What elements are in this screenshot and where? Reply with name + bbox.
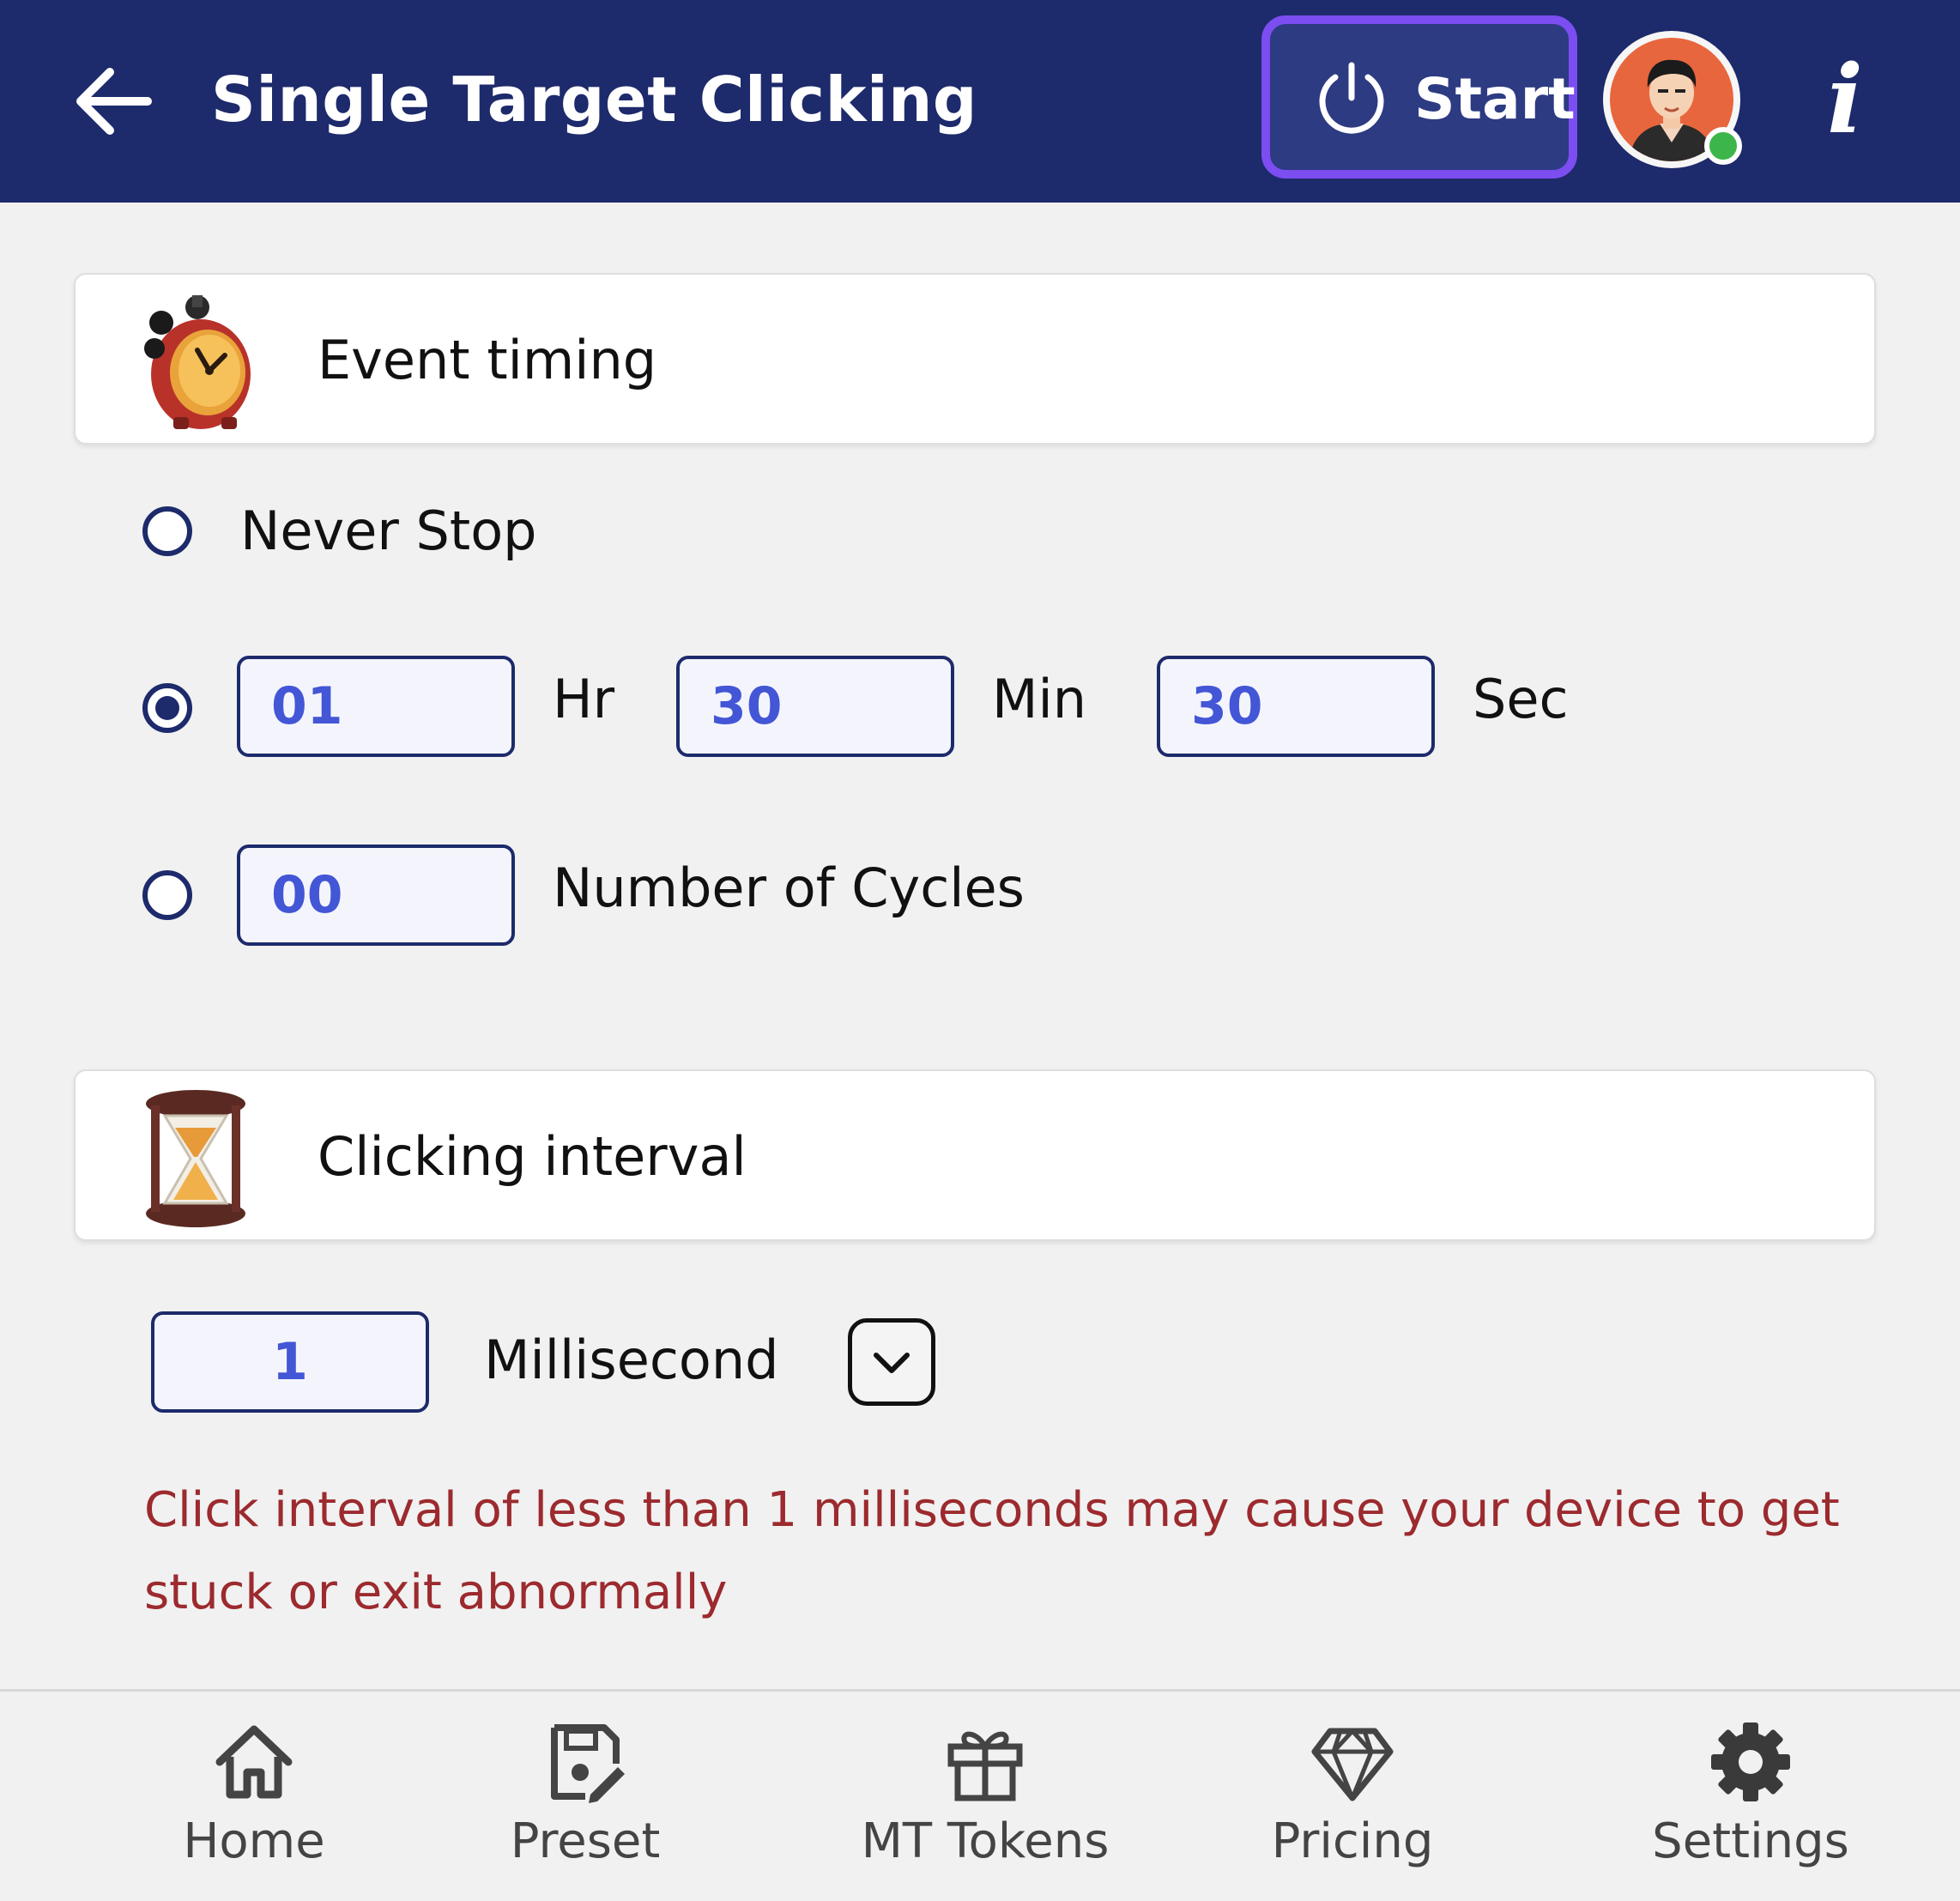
- hours-unit-label: Hr: [553, 668, 615, 730]
- seconds-input[interactable]: [1157, 656, 1435, 757]
- nav-label-preset: Preset: [510, 1813, 661, 1869]
- minutes-unit-label: Min: [992, 668, 1087, 730]
- nav-label-pricing: Pricing: [1271, 1813, 1434, 1869]
- interval-input[interactable]: [151, 1311, 429, 1413]
- start-button[interactable]: Start: [1261, 15, 1577, 179]
- back-arrow-icon: [76, 68, 152, 135]
- minutes-input[interactable]: [676, 656, 954, 757]
- nav-item-preset[interactable]: Preset: [499, 1692, 671, 1901]
- interval-warning: Click interval of less than 1 millisecon…: [144, 1482, 1840, 1620]
- online-status-dot: [1704, 127, 1742, 165]
- nav-item-pricing[interactable]: Pricing: [1267, 1692, 1438, 1901]
- nav-label-mt-tokens: MT Tokens: [861, 1813, 1110, 1869]
- gear-icon: [1711, 1722, 1790, 1801]
- start-button-label: Start: [1414, 66, 1576, 132]
- interval-unit-label: Millisecond: [484, 1329, 779, 1391]
- diamond-icon: [1311, 1728, 1394, 1801]
- power-icon: [1319, 62, 1384, 134]
- gift-icon: [947, 1731, 1023, 1801]
- event-timing-title: Event timing: [318, 329, 657, 391]
- nav-item-home[interactable]: Home: [168, 1692, 340, 1901]
- clicking-interval-title: Clicking interval: [318, 1125, 747, 1188]
- cycles-label: Number of Cycles: [553, 857, 1025, 919]
- seconds-unit-label: Sec: [1473, 668, 1569, 730]
- home-icon: [215, 1725, 293, 1799]
- duration-radio[interactable]: [142, 683, 192, 733]
- nav-item-mt-tokens[interactable]: MT Tokens: [848, 1692, 1122, 1901]
- cycles-radio[interactable]: [142, 870, 192, 920]
- hours-input[interactable]: [237, 656, 515, 757]
- nav-label-settings: Settings: [1652, 1813, 1849, 1869]
- clicking-interval-card: Clicking interval: [74, 1069, 1876, 1241]
- bottom-navigation: Home Preset MT Tokens Pricing Settings: [0, 1689, 1960, 1901]
- nav-item-settings[interactable]: Settings: [1630, 1692, 1871, 1901]
- interval-unit-dropdown[interactable]: [848, 1318, 935, 1406]
- alarm-clock-icon: [144, 295, 251, 429]
- never-stop-radio[interactable]: [142, 506, 192, 556]
- back-button[interactable]: [70, 60, 156, 142]
- top-app-bar: Single Target Clicking Start i: [0, 0, 1960, 203]
- hourglass-icon: [146, 1090, 245, 1227]
- chevron-down-icon: [874, 1353, 910, 1373]
- page-title: Single Target Clicking: [211, 64, 977, 136]
- cycles-input[interactable]: [237, 845, 515, 946]
- event-timing-card: Event timing: [74, 273, 1876, 445]
- never-stop-label: Never Stop: [240, 499, 537, 562]
- preset-icon: [551, 1724, 625, 1803]
- info-button[interactable]: i: [1811, 48, 1879, 151]
- nav-label-home: Home: [183, 1813, 325, 1869]
